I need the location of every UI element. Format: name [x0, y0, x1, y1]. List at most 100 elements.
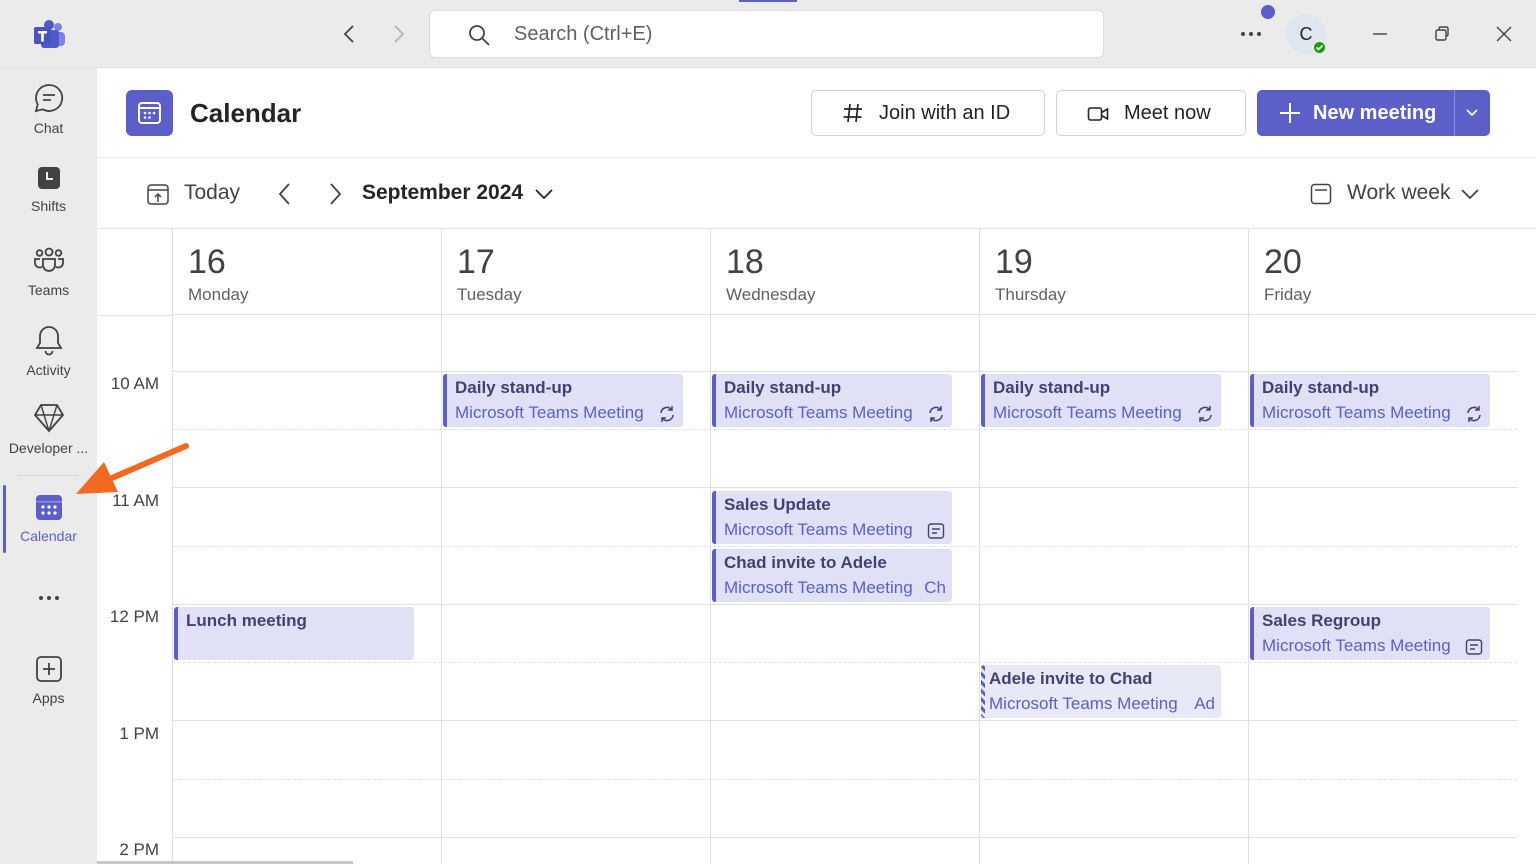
annotation-arrow-icon	[70, 440, 190, 502]
forward-arrow-icon[interactable]	[386, 22, 410, 46]
rail-item-chat[interactable]: Chat	[0, 82, 97, 136]
rail-label-apps: Apps	[32, 690, 65, 706]
day-header-tuesday[interactable]: 17 Tuesday	[442, 229, 710, 315]
chevron-down-icon	[1466, 109, 1478, 117]
day-number: 18	[726, 243, 764, 281]
join-with-id-label: Join with an ID	[879, 102, 1011, 124]
event-title: Sales Update	[724, 495, 831, 514]
event-subtitle: Microsoft Teams Meeting	[724, 520, 913, 539]
event-subtitle: Microsoft Teams Meeting	[989, 694, 1178, 713]
event-chad-invite-to-adele[interactable]: Chad invite to Adele Microsoft Teams Mee…	[712, 549, 952, 602]
previous-week-icon[interactable]	[274, 181, 296, 207]
search-input[interactable]	[514, 19, 1074, 49]
calendar-main: Calendar Join with an ID Meet now New me…	[97, 68, 1536, 864]
event-daily-standup-wed[interactable]: Daily stand-up Microsoft Teams Meeting	[712, 374, 952, 427]
meeting-notes-icon	[927, 523, 945, 539]
day-number: 19	[995, 243, 1033, 281]
meet-now-button[interactable]: Meet now	[1056, 90, 1246, 136]
event-lunch-meeting[interactable]: Lunch meeting	[174, 607, 414, 660]
calendar-header: Calendar Join with an ID Meet now New me…	[97, 68, 1536, 158]
grid-hline	[173, 371, 1517, 372]
calendar-app-icon	[126, 90, 173, 136]
grid-hline	[173, 487, 1517, 488]
event-title: Chad invite to Adele	[724, 553, 887, 572]
time-label: 1 PM	[119, 724, 159, 743]
notification-dot	[1261, 5, 1275, 19]
week-grid: 16 Monday 17 Tuesday 18 Wednesday 19 Thu…	[97, 229, 1536, 864]
recurring-icon	[660, 406, 674, 422]
close-icon[interactable]	[1492, 22, 1516, 46]
meet-now-label: Meet now	[1124, 102, 1211, 124]
event-daily-standup-fri[interactable]: Daily stand-up Microsoft Teams Meeting	[1250, 374, 1490, 427]
grid-hline	[173, 604, 1517, 605]
time-label: 10 AM	[110, 374, 159, 393]
page-title: Calendar	[190, 98, 302, 128]
more-options-icon[interactable]	[1238, 22, 1264, 46]
event-title: Sales Regroup	[1262, 611, 1382, 630]
calendar-toolbar: Today September 2024 Work week	[97, 159, 1536, 229]
day-name: Thursday	[995, 285, 1066, 304]
time-label: 2 PM	[119, 840, 159, 859]
day-header-friday[interactable]: 20 Friday	[1249, 229, 1536, 315]
time-label: 12 PM	[109, 607, 159, 626]
day-number: 20	[1264, 243, 1302, 281]
search-box[interactable]	[429, 10, 1104, 58]
month-picker[interactable]: September 2024	[362, 181, 562, 209]
rail-more-apps[interactable]	[0, 588, 97, 608]
event-sales-regroup[interactable]: Sales Regroup Microsoft Teams Meeting	[1250, 607, 1490, 660]
calendar-icon	[35, 495, 62, 520]
event-daily-standup-thu[interactable]: Daily stand-up Microsoft Teams Meeting	[981, 374, 1221, 427]
rail-item-activity[interactable]: Activity	[0, 324, 97, 378]
day-header-thursday[interactable]: 19 Thursday	[980, 229, 1248, 315]
grid-half-hour-line	[173, 779, 1517, 780]
event-title: Daily stand-up	[1262, 378, 1380, 397]
rail-label-activity: Activity	[26, 362, 71, 378]
teams-logo-icon	[32, 20, 66, 50]
event-subtitle: Microsoft Teams Meeting	[724, 403, 913, 422]
new-meeting-split-button: New meeting	[1257, 90, 1490, 136]
rail-item-apps[interactable]: Apps	[0, 654, 97, 706]
event-subtitle: Microsoft Teams Meeting	[993, 403, 1182, 422]
event-subtitle: Microsoft Teams Meeting	[1262, 636, 1451, 655]
avatar[interactable]: C	[1286, 14, 1327, 55]
new-meeting-dropdown[interactable]	[1455, 90, 1490, 136]
event-title: Daily stand-up	[724, 378, 842, 397]
shifts-icon	[37, 167, 60, 189]
join-with-id-button[interactable]: Join with an ID	[811, 90, 1045, 136]
event-adele-invite-to-chad[interactable]: Adele invite to Chad Microsoft Teams Mee…	[981, 665, 1221, 718]
day-name: Monday	[188, 285, 249, 304]
rail-item-shifts[interactable]: Shifts	[0, 164, 97, 214]
developer-portal-icon	[33, 404, 64, 433]
day-name: Friday	[1264, 285, 1312, 304]
minimize-icon[interactable]	[1368, 22, 1392, 46]
gutter-divider	[97, 315, 173, 316]
bell-icon	[34, 326, 63, 356]
event-title: Lunch meeting	[186, 611, 307, 630]
restore-icon[interactable]	[1430, 22, 1454, 46]
today-label: Today	[184, 181, 241, 204]
chat-icon	[34, 84, 63, 113]
day-header-wednesday[interactable]: 18 Wednesday	[711, 229, 979, 315]
chevron-down-icon	[1461, 189, 1479, 200]
new-meeting-button[interactable]: New meeting	[1257, 90, 1454, 136]
grid-half-hour-line	[173, 546, 1517, 547]
view-switcher[interactable]: Work week	[1310, 181, 1495, 209]
plus-icon	[1280, 103, 1300, 123]
event-daily-standup-tue[interactable]: Daily stand-up Microsoft Teams Meeting	[443, 374, 683, 427]
rail-label-calendar: Calendar	[20, 528, 77, 544]
event-sales-update[interactable]: Sales Update Microsoft Teams Meeting	[712, 491, 952, 544]
event-title: Adele invite to Chad	[989, 669, 1153, 688]
next-week-icon[interactable]	[324, 181, 346, 207]
month-label: September 2024	[362, 181, 524, 204]
recurring-icon	[929, 406, 943, 422]
today-button[interactable]: Today	[146, 181, 342, 210]
rail-item-teams[interactable]: Teams	[0, 244, 97, 298]
back-arrow-icon[interactable]	[338, 22, 362, 46]
grid-hline	[173, 720, 1517, 721]
teams-icon	[33, 247, 64, 272]
day-header-monday[interactable]: 16 Monday	[173, 229, 441, 315]
rail-separator	[18, 475, 78, 476]
chevron-down-icon	[535, 189, 553, 200]
grid-half-hour-line	[173, 429, 1517, 430]
rail-label-shifts: Shifts	[30, 198, 66, 214]
